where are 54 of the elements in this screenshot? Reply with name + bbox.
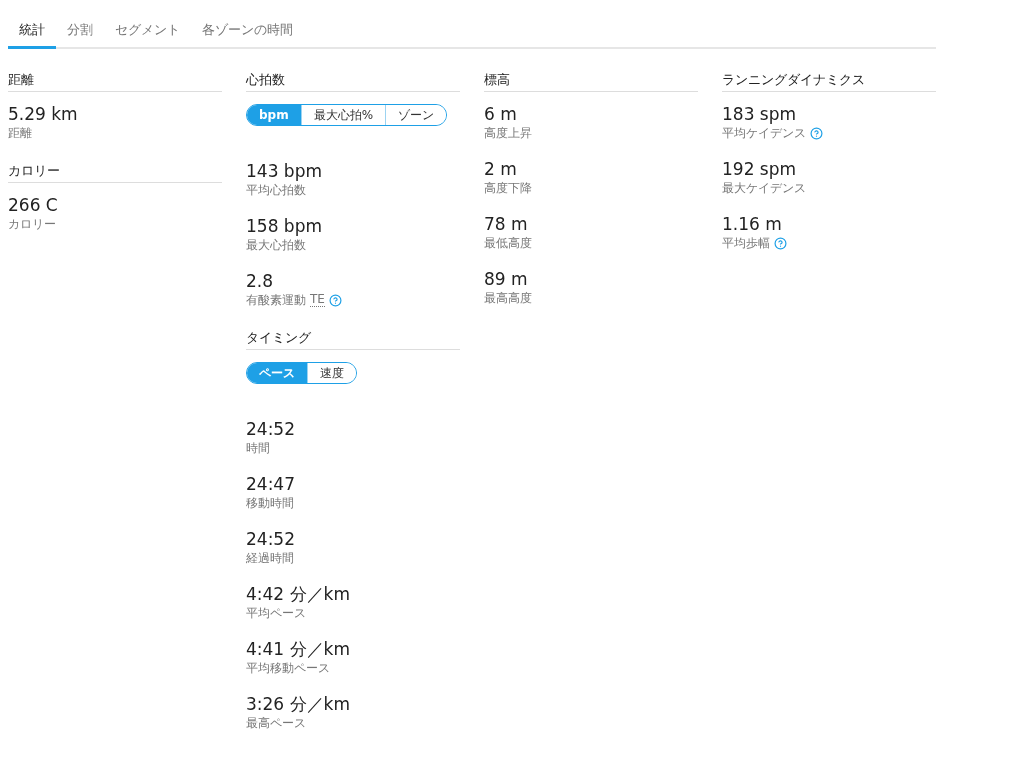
- stat-label: 時間: [246, 439, 270, 457]
- tab[interactable]: 分割: [56, 12, 104, 49]
- stat-value: 3:26 分／km: [246, 693, 351, 715]
- section-heading: カロリー: [8, 162, 222, 183]
- stat-label: 平均歩幅: [722, 234, 770, 252]
- help-icon[interactable]: [328, 293, 342, 307]
- tab[interactable]: 統計: [8, 12, 56, 49]
- section-heading: 標高: [484, 71, 698, 92]
- stat-value: 143 bpm: [246, 160, 323, 182]
- stat-label: 移動時間: [246, 494, 294, 512]
- stat-value: 24:52: [246, 418, 296, 440]
- stat-value: 4:42 分／km: [246, 583, 351, 605]
- stat-label: カロリー: [8, 215, 56, 233]
- stat-value: 266 C: [8, 194, 59, 216]
- stat-label: 平均心拍数: [246, 181, 306, 199]
- abbreviation: TE: [310, 293, 325, 307]
- stat-value: 183 spm: [722, 103, 798, 125]
- help-icon[interactable]: [810, 126, 823, 140]
- segment-option[interactable]: ゾーン: [385, 105, 447, 125]
- stat-value: 5.29 km: [8, 103, 79, 125]
- stat-value: 24:52: [246, 528, 296, 550]
- stat-label: 最低高度: [484, 234, 532, 252]
- stat-label: 平均移動ペース: [246, 659, 330, 677]
- stat-value: 1.16 m: [722, 213, 783, 235]
- stat-label: 最高ペース: [246, 714, 306, 732]
- stat-label: 最大心拍数: [246, 236, 306, 254]
- stat-value: 4:41 分／km: [246, 638, 351, 660]
- section-heading: 心拍数: [246, 71, 460, 92]
- stat-label: 最高高度: [484, 289, 532, 307]
- section-heading: タイミング: [246, 329, 460, 350]
- stat-value: 89 m: [484, 268, 529, 290]
- stat-value: 2 m: [484, 158, 518, 180]
- segment-option[interactable]: bpm: [247, 105, 301, 125]
- stat-label: 最大ケイデンス: [722, 179, 806, 197]
- stat-label: 経過時間: [246, 549, 294, 567]
- stat-value: 6 m: [484, 103, 518, 125]
- stat-label: 有酸素運動: [246, 291, 306, 309]
- help-icon[interactable]: [774, 236, 787, 250]
- stat-label: 高度上昇: [484, 124, 532, 142]
- stat-label: 高度下降: [484, 179, 532, 197]
- section-heading: 距離: [8, 71, 222, 92]
- stat-label: 平均ペース: [246, 604, 306, 622]
- stat-value: 24:47: [246, 473, 296, 495]
- stat-label: 平均ケイデンス: [722, 124, 806, 142]
- tab[interactable]: 各ゾーンの時間: [191, 12, 304, 49]
- stat-label: 距離: [8, 124, 32, 142]
- segment-option[interactable]: ペース: [247, 363, 307, 383]
- stat-value: 192 spm: [722, 158, 798, 180]
- stat-value: 78 m: [484, 213, 529, 235]
- section-heading: ランニングダイナミクス: [722, 71, 936, 92]
- stat-value: 2.8: [246, 270, 275, 292]
- segment-option[interactable]: 速度: [307, 363, 356, 383]
- stat-value: 158 bpm: [246, 215, 323, 237]
- tab[interactable]: セグメント: [104, 12, 191, 49]
